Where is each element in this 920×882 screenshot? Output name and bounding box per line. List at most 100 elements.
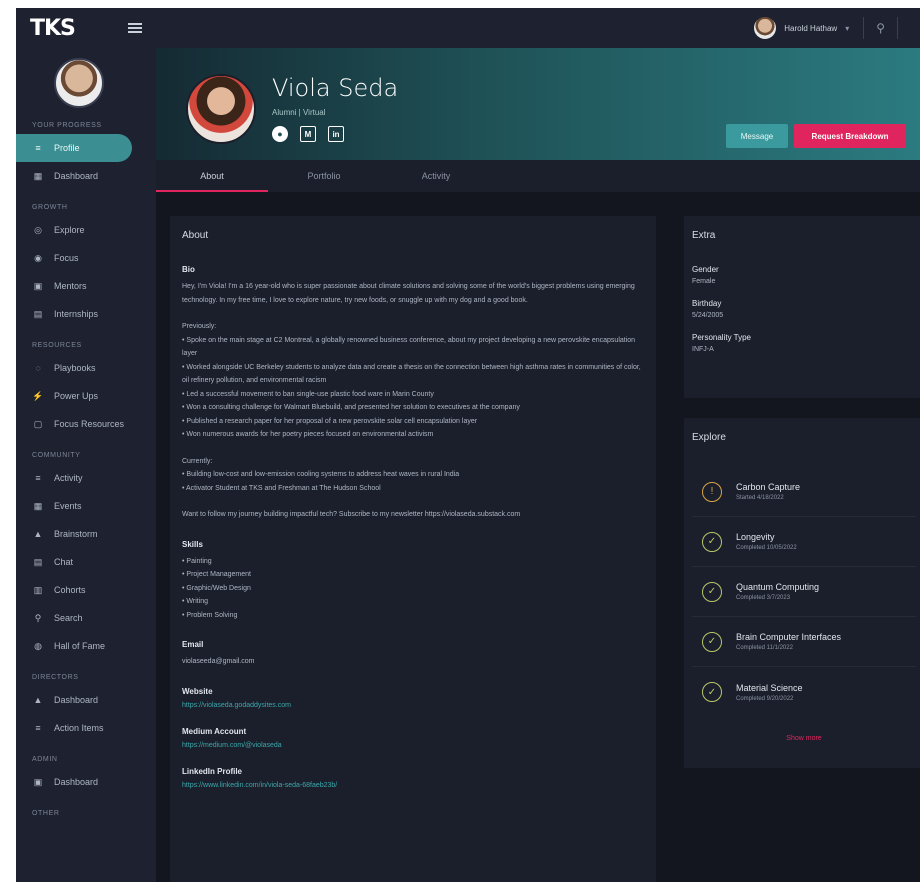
medium-icon[interactable]: M — [300, 126, 316, 142]
message-button[interactable]: Message — [726, 124, 788, 148]
profile-links: ● M in — [272, 126, 344, 142]
menu-toggle-icon[interactable] — [128, 23, 142, 33]
sidebar: TKS Your Progress ≡ Profile ▦ Dashboard Growt… — [16, 8, 156, 882]
previously-item: • Led a successful movement to ban singl… — [182, 390, 434, 398]
request-breakdown-button[interactable]: Request Breakdown — [794, 124, 906, 148]
tab-activity[interactable]: Activity — [380, 160, 492, 192]
sidebar-item-playbooks[interactable]: ◌ Playbooks — [16, 354, 156, 382]
personality-value: INFJ-A — [692, 346, 714, 353]
extra-title: Extra — [692, 230, 716, 241]
sidebar-item-activity[interactable]: ≡ Activity — [16, 464, 156, 492]
currently-label: Currently: — [182, 457, 213, 465]
search-icon: ⚲ — [34, 612, 42, 623]
user-avatar[interactable] — [754, 17, 777, 39]
user-name[interactable]: Harold Hathaw — [784, 24, 837, 33]
search-icon[interactable]: ⚲ — [876, 21, 885, 35]
sidebar-item-chat[interactable]: ▤ Chat — [16, 548, 156, 576]
currently-list: • Building low-cost and low-emission coo… — [182, 468, 644, 495]
mentor-icon: ▣ — [33, 280, 43, 291]
linkedin-link[interactable]: https://www.linkedin.com/in/viola-seda-6… — [182, 782, 644, 789]
explore-item-text: Carbon Capture Started 4/18/2022 — [736, 482, 800, 501]
personality-label: Personality Type — [692, 333, 751, 342]
sidebar-header: TKS — [16, 8, 156, 48]
tab-portfolio[interactable]: Portfolio — [268, 160, 380, 192]
previously-item: • Spoke on the main stage at C2 Montreal… — [182, 336, 636, 358]
sidebar-avatar[interactable] — [54, 58, 104, 108]
profile-tabs: About Portfolio Activity — [156, 160, 920, 192]
divider — [863, 17, 865, 39]
sidebar-item-events[interactable]: ▦ Events — [16, 492, 156, 520]
book-icon: ◌ — [35, 363, 41, 373]
medium-link[interactable]: https://medium.com/@violaseda — [182, 742, 644, 749]
sidebar-section-title: Resources — [32, 342, 82, 349]
linkedin-icon[interactable]: in — [328, 126, 344, 142]
profile-user-icon[interactable]: ● — [272, 126, 288, 142]
target-icon: ◉ — [34, 252, 42, 263]
sidebar-item-profile[interactable]: ≡ Profile — [16, 134, 132, 162]
explore-item-status: Completed 10/05/2022 — [736, 545, 797, 551]
sidebar-item-action-items[interactable]: ≡ Action Items — [16, 714, 156, 742]
show-more-link[interactable]: Show more — [692, 735, 916, 742]
sidebar-item-label: Events — [54, 501, 82, 511]
birthday-value: 5/24/2005 — [692, 312, 724, 319]
checklist-icon: ≡ — [35, 723, 41, 733]
previously-item: • Won numerous awards for her poetry pie… — [182, 431, 434, 438]
sidebar-item-brainstorm[interactable]: ▲ Brainstorm — [16, 520, 156, 548]
explore-item-quantum-computing[interactable]: ✓ Quantum Computing Completed 3/7/2023 — [692, 567, 916, 617]
explore-item-material-science[interactable]: ✓ Material Science Completed 9/20/2022 — [692, 667, 916, 717]
previously-item: • Published a research paper for her pro… — [182, 417, 478, 425]
skill-item: • Graphic/Web Design — [182, 584, 251, 592]
brand-logo[interactable]: TKS — [30, 16, 76, 41]
sidebar-item-mentors[interactable]: ▣ Mentors — [16, 272, 156, 300]
bolt-icon: ⚡ — [32, 390, 44, 401]
sidebar-item-dashboard[interactable]: ▦ Dashboard — [16, 162, 156, 190]
sidebar-item-label: Cohorts — [54, 585, 86, 595]
admin-icon: ▣ — [33, 776, 43, 787]
linkedin-label: LinkedIn Profile — [182, 766, 243, 776]
chevron-down-icon[interactable]: ▾ — [845, 24, 849, 33]
sidebar-item-dashboard[interactable]: ▣ Dashboard — [16, 768, 156, 796]
sidebar-item-hall-of-fame[interactable]: ◍ Hall of Fame — [16, 632, 156, 660]
website-link[interactable]: https://violaseda.godaddysites.com — [182, 702, 644, 709]
sidebar-item-search[interactable]: ⚲ Search — [16, 604, 156, 632]
sidebar-item-label: Hall of Fame — [54, 641, 106, 651]
about-title: About — [182, 230, 209, 241]
divider — [897, 17, 898, 39]
sidebar-section-title: Other — [32, 810, 60, 817]
explore-item-text: Longevity Completed 10/05/2022 — [736, 532, 797, 551]
sidebar-item-label: Dashboard — [54, 171, 99, 181]
explore-item-longevity[interactable]: ✓ Longevity Completed 10/05/2022 — [692, 517, 916, 567]
briefcase-icon: ▤ — [33, 308, 43, 319]
currently-item: • Activator Student at TKS and Freshman … — [182, 484, 381, 492]
sidebar-item-dashboard[interactable]: ▲ Dashboard — [16, 686, 156, 714]
trophy-icon: ◍ — [34, 640, 42, 651]
profile-role: Alumni | Virtual — [272, 108, 326, 117]
calendar-icon: ▦ — [33, 500, 43, 511]
sidebar-item-focus[interactable]: ◉ Focus — [16, 244, 156, 272]
sidebar-item-power-ups[interactable]: ⚡ Power Ups — [16, 382, 156, 410]
sidebar-item-focus-resources[interactable]: ▢ Focus Resources — [16, 410, 156, 438]
sidebar-section-title: Your Progress — [32, 122, 102, 129]
grid-icon: ▦ — [33, 170, 43, 181]
check-circle-icon: ✓ — [702, 581, 722, 602]
skill-item: • Problem Solving — [182, 611, 238, 619]
sidebar-item-label: Internships — [54, 309, 99, 319]
sidebar-item-internships[interactable]: ▤ Internships — [16, 300, 156, 328]
explore-item-brain-computer-interfaces[interactable]: ✓ Brain Computer Interfaces Completed 11/1… — [692, 617, 916, 667]
profile-header: Viola Seda Alumni | Virtual ● M in Messa… — [156, 48, 920, 160]
sidebar-item-label: Focus — [54, 253, 79, 263]
sidebar-item-explore[interactable]: ◎ Explore — [16, 216, 156, 244]
in-progress-icon: ! — [702, 481, 722, 502]
sidebar-item-cohorts[interactable]: ▥ Cohorts — [16, 576, 156, 604]
explore-item-carbon-capture[interactable]: ! Carbon Capture Started 4/18/2022 — [692, 467, 916, 517]
sidebar-item-label: Brainstorm — [54, 529, 98, 539]
explore-item-text: Material Science Completed 9/20/2022 — [736, 683, 803, 702]
skill-item: • Painting — [182, 557, 212, 565]
extra-card: Extra Gender Female Birthday 5/24/2005 P… — [684, 216, 920, 398]
user-icon: ≡ — [35, 143, 41, 153]
check-circle-icon: ✓ — [702, 531, 722, 552]
explore-item-status: Completed 9/20/2022 — [736, 695, 794, 702]
email-label: Email — [182, 640, 204, 649]
skill-item: • Writing — [182, 598, 209, 605]
tab-about[interactable]: About — [156, 160, 268, 192]
